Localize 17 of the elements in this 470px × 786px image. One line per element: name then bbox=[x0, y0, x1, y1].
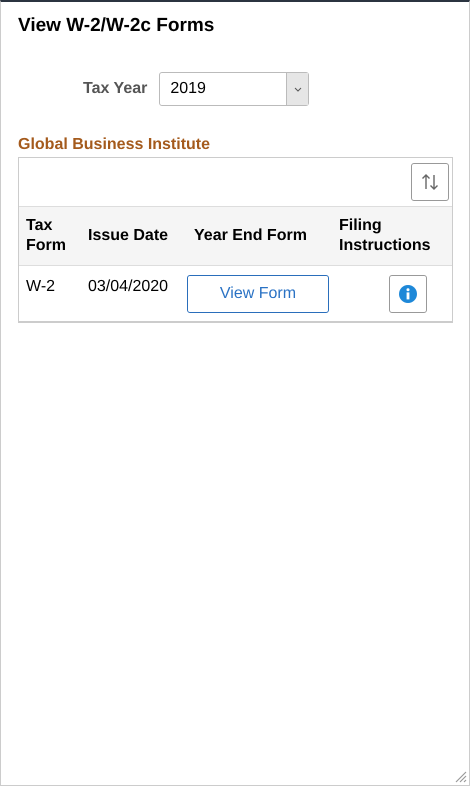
table-cell-text: W-2 bbox=[25, 277, 56, 296]
tax-year-label: Tax Year bbox=[83, 80, 148, 98]
sort-button[interactable] bbox=[411, 163, 449, 201]
table-cell-text: 03/04/2020 bbox=[87, 277, 168, 296]
tax-year-dropdown[interactable]: 2019 bbox=[159, 72, 310, 106]
page-title: View W-2/W-2c Forms bbox=[18, 14, 216, 38]
column-header: Issue Date bbox=[87, 226, 170, 246]
sort-arrows-icon bbox=[421, 173, 439, 191]
column-header: Tax Form bbox=[25, 216, 67, 256]
view-form-button[interactable]: View Form bbox=[187, 275, 329, 313]
info-button[interactable] bbox=[389, 275, 427, 313]
info-icon bbox=[399, 285, 417, 303]
column-header: Filing Instructions bbox=[338, 216, 432, 256]
column-header: Year End Form bbox=[193, 226, 308, 246]
chevron-down-icon bbox=[294, 86, 302, 92]
resize-grip-icon[interactable] bbox=[453, 769, 467, 783]
company-heading: Global Business Institute bbox=[18, 135, 212, 155]
